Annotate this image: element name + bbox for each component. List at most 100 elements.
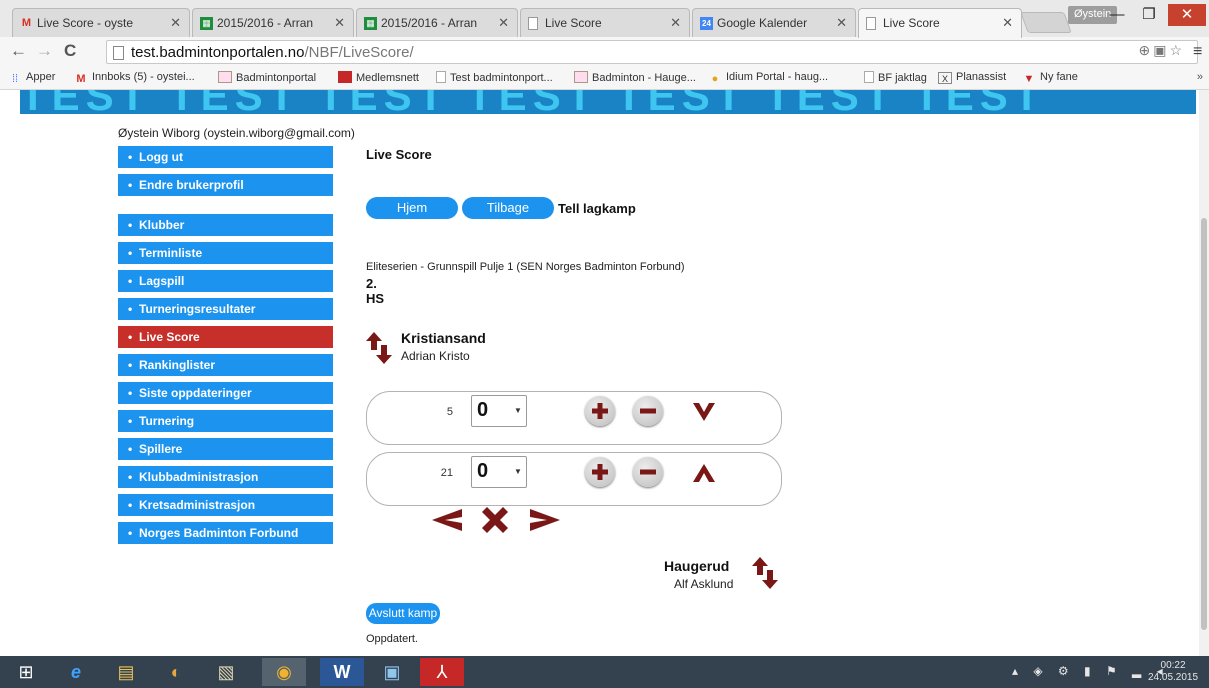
forward-arrow-icon[interactable]: → xyxy=(36,42,53,60)
sidebar-item-klubbadministrasjon[interactable]: • Klubbadministrasjon xyxy=(118,466,333,488)
sidebar-item-norges-badminton-forbund[interactable]: • Norges Badminton Forbund xyxy=(118,522,333,544)
clock[interactable]: 00:22 24.05.2015 xyxy=(1148,660,1198,684)
close-tab-icon[interactable]: ✕ xyxy=(170,15,181,31)
browser-tab[interactable]: ▦ 2015/2016 - Arrangem ✕ xyxy=(192,8,354,37)
chrome-icon[interactable]: ◉ xyxy=(262,658,306,686)
previous-arrow-icon[interactable] xyxy=(432,505,462,535)
gmail-icon: M xyxy=(76,73,86,85)
sidebar-item-kretsadministrasjon[interactable]: • Kretsadministrasjon xyxy=(118,494,333,516)
page-title: Live Score xyxy=(366,147,432,162)
chevron-down-icon[interactable] xyxy=(693,403,715,421)
sheets-icon: ▦ xyxy=(200,17,213,30)
close-tab-icon[interactable]: ✕ xyxy=(836,15,847,31)
score-select[interactable]: 0 ▼ xyxy=(471,456,527,488)
minus-button[interactable] xyxy=(633,396,663,426)
bookmark-item[interactable]: BF jaktlag xyxy=(864,71,927,84)
reload-icon[interactable]: C xyxy=(64,42,76,60)
windows-start-icon[interactable]: ⊞ xyxy=(4,658,48,686)
browser-tab-active[interactable]: Live Score ✕ xyxy=(858,8,1022,38)
sidebar-item-siste-oppdateringer[interactable]: • Siste oppdateringer xyxy=(118,382,333,404)
bookmark-item[interactable]: Badmintonportal xyxy=(218,71,316,84)
score-label: 21 xyxy=(440,467,453,479)
close-tab-icon[interactable]: ✕ xyxy=(498,15,509,31)
score-select[interactable]: 0 ▼ xyxy=(471,395,527,427)
finish-match-button[interactable]: Avslutt kamp xyxy=(366,603,440,624)
dropdown-arrow-icon: ▼ xyxy=(514,467,522,476)
next-arrow-icon[interactable] xyxy=(530,505,560,535)
vertical-scrollbar[interactable] xyxy=(1199,90,1209,656)
plus-button[interactable] xyxy=(585,396,615,426)
plus-button[interactable] xyxy=(585,457,615,487)
planassist-icon: X xyxy=(938,72,952,84)
browser-tab[interactable]: M Live Score - oystein.wil ✕ xyxy=(12,8,190,37)
notepad-icon[interactable]: ▧ xyxy=(204,658,248,686)
zoom-star-icons[interactable]: ⊕▣☆ xyxy=(1138,42,1185,59)
player-name-bottom: Alf Asklund xyxy=(674,577,734,591)
player-name-top: Adrian Kristo xyxy=(401,349,470,363)
bookmark-item[interactable]: M Innboks (5) - oystei... xyxy=(74,71,194,85)
close-tab-icon[interactable]: ✕ xyxy=(1002,15,1013,31)
shuttlecock-icon xyxy=(574,71,588,83)
chevron-up-icon[interactable] xyxy=(693,464,715,482)
minus-button[interactable] xyxy=(633,457,663,487)
scrollbar-thumb[interactable] xyxy=(1201,218,1207,630)
page-icon xyxy=(528,17,538,30)
file-explorer-icon[interactable]: ▤ xyxy=(104,658,148,686)
browser-tab[interactable]: ▦ 2015/2016 - Arrangem ✕ xyxy=(356,8,518,37)
sidebar-item-turnering[interactable]: • Turnering xyxy=(118,410,333,432)
bookmark-item[interactable]: ● Idium Portal - haug... xyxy=(708,71,828,85)
sidebar-item-lagspill[interactable]: • Lagspill xyxy=(118,270,333,292)
close-x-icon[interactable] xyxy=(480,505,510,535)
media-app-icon[interactable]: ◐ xyxy=(154,658,198,686)
sidebar-item-spillere[interactable]: • Spillere xyxy=(118,438,333,460)
back-arrow-icon[interactable]: ← xyxy=(10,42,27,60)
browser-tab[interactable]: 24 Google Kalender ✕ xyxy=(692,8,856,37)
minimize-icon[interactable]: — xyxy=(1102,4,1132,26)
close-tab-icon[interactable]: ✕ xyxy=(670,15,681,31)
address-row: ← → C test.badmintonportalen.no/NBF/Live… xyxy=(0,37,1209,66)
sidebar-item-klubber[interactable]: • Klubber xyxy=(118,214,333,236)
flag-icon xyxy=(338,71,352,83)
maximize-icon[interactable]: ❐ xyxy=(1134,4,1164,26)
chrome-menu-icon[interactable]: ≡ xyxy=(1193,43,1202,61)
sidebar-item-live-score[interactable]: • Live Score xyxy=(118,326,333,348)
url-path: /NBF/LiveScore/ xyxy=(304,44,414,61)
minus-icon xyxy=(640,408,656,414)
more-bookmarks-icon[interactable]: » xyxy=(1197,71,1203,83)
address-bar[interactable]: test.badmintonportalen.no/NBF/LiveScore/… xyxy=(106,40,1198,64)
sheets-icon: ▦ xyxy=(364,17,377,30)
acrobat-icon[interactable]: ⅄ xyxy=(420,658,464,686)
word-icon[interactable]: W xyxy=(320,658,364,686)
bookmark-item[interactable]: Badminton - Hauge... xyxy=(574,71,696,84)
sidebar-item-logg-ut[interactable]: • Logg ut xyxy=(118,146,333,168)
calendar-icon: 24 xyxy=(700,17,713,30)
browser-tab[interactable]: Live Score ✕ xyxy=(520,8,690,37)
internet-explorer-icon[interactable]: e xyxy=(54,658,98,686)
home-button[interactable]: Hjem xyxy=(366,197,458,219)
photos-icon[interactable]: ▣ xyxy=(370,658,414,686)
gmail-icon: M xyxy=(21,17,32,29)
page-viewport: TEST TEST TEST TEST TEST TEST TEST Øyste… xyxy=(0,90,1209,656)
sidebar-menu: • Logg ut • Endre brukerprofil • Klubber • T… xyxy=(118,146,333,550)
test-banner: TEST TEST TEST TEST TEST TEST TEST xyxy=(20,90,1196,114)
bookmark-item[interactable]: Medlemsnett xyxy=(338,71,419,84)
system-tray[interactable]: ▴ ◈ ⚙ ▮ ⚑ ▂ ◂ xyxy=(1012,664,1169,678)
logged-in-user: Øystein Wiborg (oystein.wiborg@gmail.com… xyxy=(118,126,355,140)
new-tab-button[interactable] xyxy=(1020,12,1072,33)
bookmark-item[interactable]: Test badmintonport... xyxy=(436,71,553,84)
bookmark-apps[interactable]: ⁞⁞ Apper xyxy=(8,71,55,85)
close-tab-icon[interactable]: ✕ xyxy=(334,15,345,31)
sidebar-item-rankinglister[interactable]: • Rankinglister xyxy=(118,354,333,376)
match-label: 2. HS xyxy=(366,276,385,306)
bookmark-item[interactable]: ▼ Ny fane xyxy=(1022,71,1078,85)
swap-sides-icon[interactable] xyxy=(752,557,778,589)
sidebar-item-endre-brukerprofil[interactable]: • Endre brukerprofil xyxy=(118,174,333,196)
close-window-icon[interactable]: ✕ xyxy=(1168,4,1206,26)
sidebar-item-turneringsresultater[interactable]: • Turneringsresultater xyxy=(118,298,333,320)
shuttlecock-icon xyxy=(218,71,232,83)
sidebar-item-terminliste[interactable]: • Terminliste xyxy=(118,242,333,264)
swap-sides-icon[interactable] xyxy=(366,332,392,364)
bookmark-item[interactable]: X Planassist xyxy=(938,71,1006,84)
back-button[interactable]: Tilbage xyxy=(462,197,554,219)
apps-grid-icon: ⁞⁞ xyxy=(11,73,19,85)
